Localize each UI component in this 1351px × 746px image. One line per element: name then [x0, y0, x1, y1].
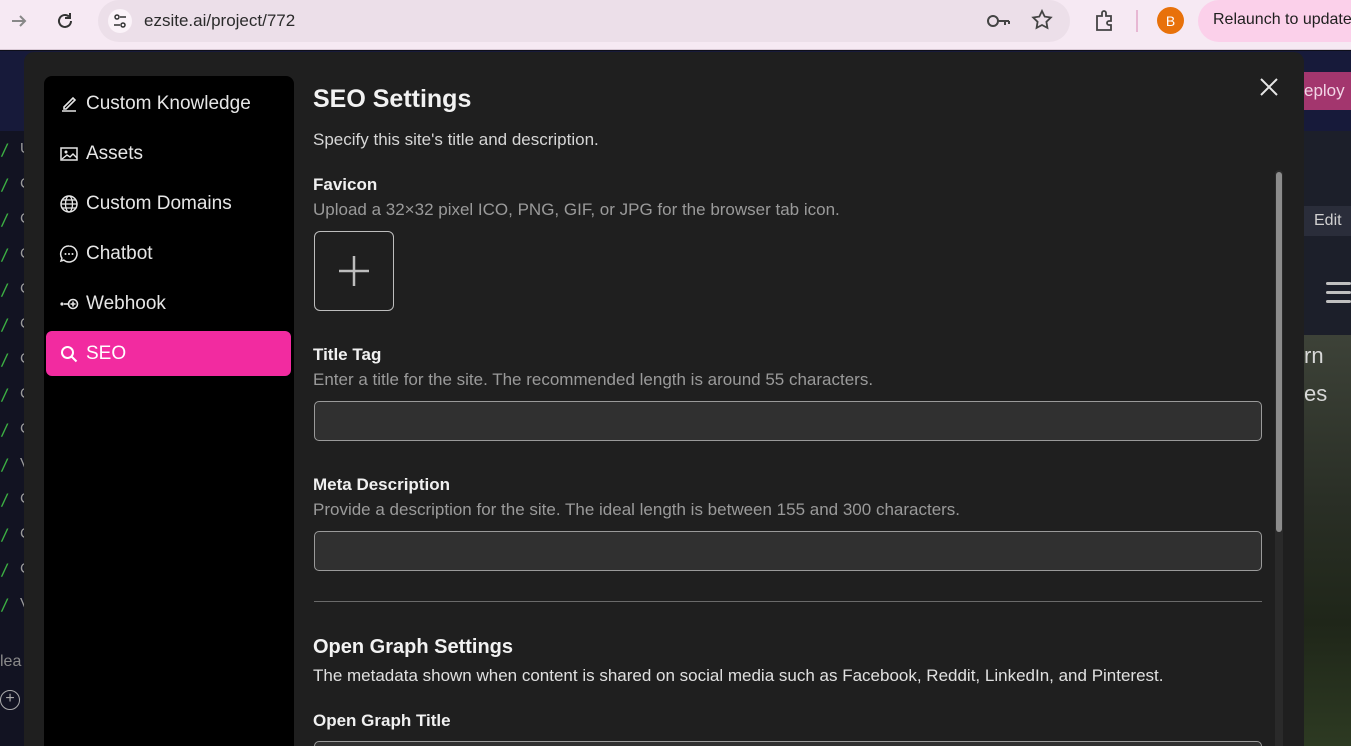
hero-text-2: es [1304, 381, 1328, 406]
code-line-marker: / [0, 140, 10, 159]
og-section-title: Open Graph Settings [313, 636, 514, 658]
sidebar-item-label: Webhook [86, 292, 166, 314]
code-line-marker: / [0, 385, 10, 404]
scrollbar-thumb[interactable] [1276, 172, 1282, 532]
code-line-marker: / [0, 350, 10, 369]
toolbar-separator [1136, 10, 1138, 32]
code-line-marker: / [0, 490, 10, 509]
tune-icon [114, 14, 126, 28]
chat-icon [58, 243, 80, 265]
sidebar-item-label: Chatbot [86, 242, 153, 264]
title-tag-help: Enter a title for the site. The recommen… [313, 370, 874, 389]
code-line-marker: / [0, 280, 10, 299]
close-icon [1260, 78, 1278, 96]
sidebar-item-custom-domains[interactable]: Custom Domains [46, 181, 291, 226]
close-button[interactable] [1256, 74, 1282, 100]
sidebar-item-chatbot[interactable]: Chatbot [46, 231, 291, 276]
code-line-marker: / [0, 560, 10, 579]
og-section-subtitle: The metadata shown when content is share… [313, 666, 1164, 685]
page-subtitle: Specify this site's title and descriptio… [313, 130, 599, 149]
sidebar-item-label: Assets [86, 142, 144, 164]
pencil-icon [58, 93, 80, 115]
settings-sidebar: Custom Knowledge Assets Custom Domains C… [44, 76, 294, 746]
hamburger-menu-icon[interactable] [1326, 282, 1351, 309]
background-bottom-text: lea [0, 653, 22, 670]
meta-description-help: Provide a description for the site. The … [313, 500, 961, 519]
code-line-marker: / [0, 210, 10, 229]
sidebar-item-assets[interactable]: Assets [46, 131, 291, 176]
title-tag-label: Title Tag [313, 345, 382, 364]
forward-button[interactable] [6, 8, 32, 34]
bookmark-star-icon[interactable] [1030, 8, 1054, 37]
reload-icon [58, 13, 72, 28]
code-line-marker: / [0, 525, 10, 544]
search-icon [58, 343, 80, 365]
address-bar[interactable]: ezsite.ai/project/772 [98, 0, 1070, 42]
favicon-help: Upload a 32×32 pixel ICO, PNG, GIF, or J… [313, 200, 840, 219]
page-title: SEO Settings [313, 85, 472, 113]
code-line-marker: / [0, 595, 10, 614]
settings-modal: Custom Knowledge Assets Custom Domains C… [24, 52, 1304, 746]
sidebar-item-label: Custom Knowledge [86, 92, 251, 114]
sidebar-item-custom-knowledge[interactable]: Custom Knowledge [46, 81, 291, 126]
password-key-icon[interactable] [986, 9, 1012, 38]
meta-description-label: Meta Description [313, 475, 450, 494]
deploy-button[interactable]: eploy [1296, 72, 1351, 110]
arrow-right-icon [12, 15, 27, 27]
plus-icon [339, 256, 369, 286]
sidebar-item-webhook[interactable]: Webhook [46, 281, 291, 326]
extensions-icon[interactable] [1092, 8, 1118, 39]
reload-button[interactable] [52, 8, 78, 34]
og-title-label: Open Graph Title [313, 711, 451, 730]
background-hero-image: rn es [1304, 335, 1351, 746]
section-divider [314, 601, 1262, 602]
site-info-button[interactable] [108, 9, 132, 33]
sidebar-item-label: Custom Domains [86, 192, 232, 214]
hero-text-1: rn [1304, 343, 1324, 368]
og-title-input[interactable] [314, 741, 1262, 746]
globe-icon [58, 193, 80, 215]
image-icon [58, 143, 80, 165]
favicon-label: Favicon [313, 175, 378, 194]
sidebar-item-label: SEO [86, 342, 127, 364]
favicon-upload-button[interactable] [314, 231, 394, 311]
url-text[interactable]: ezsite.ai/project/772 [144, 11, 295, 31]
browser-toolbar: ezsite.ai/project/772 B Relaunch to upda… [0, 0, 1351, 50]
code-line-marker: / [0, 455, 10, 474]
relaunch-button[interactable]: Relaunch to update [1198, 0, 1351, 42]
seo-settings-panel: SEO Settings Specify this site's title a… [313, 52, 1273, 746]
code-line-marker: / [0, 420, 10, 439]
edit-button[interactable]: Edit [1304, 206, 1351, 236]
code-line-marker: / [0, 175, 10, 194]
add-circle-icon[interactable]: + [0, 690, 20, 710]
webhook-icon [58, 293, 80, 315]
profile-avatar[interactable]: B [1157, 7, 1184, 34]
sidebar-item-seo[interactable]: SEO [46, 331, 291, 376]
meta-description-input[interactable] [314, 531, 1262, 571]
code-line-marker: / [0, 245, 10, 264]
title-tag-input[interactable] [314, 401, 1262, 441]
code-line-marker: / [0, 315, 10, 334]
